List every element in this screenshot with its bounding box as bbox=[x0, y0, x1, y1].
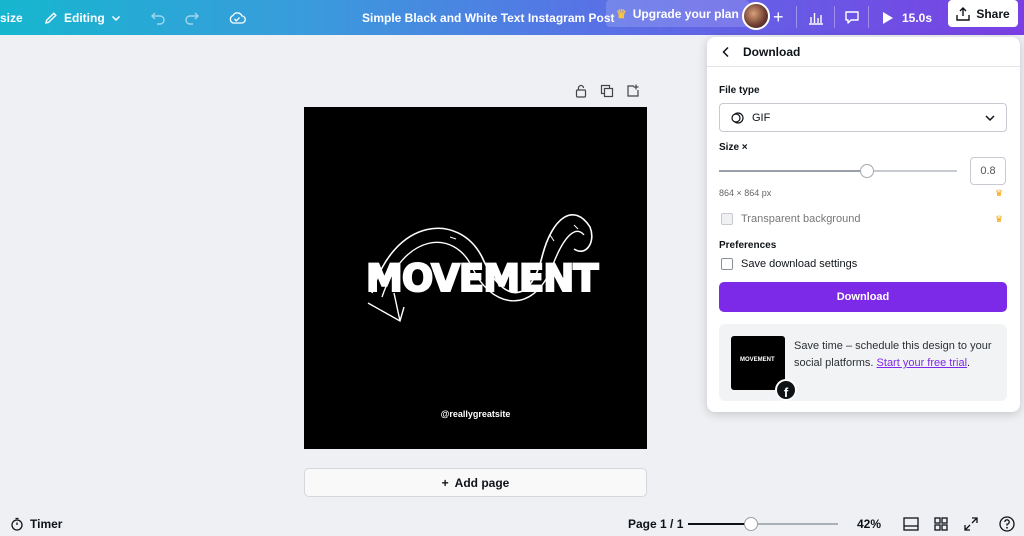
save-status-button[interactable] bbox=[228, 0, 246, 35]
divider bbox=[834, 6, 835, 28]
add-page-label: Add page bbox=[454, 475, 510, 490]
plus-icon: + bbox=[441, 475, 449, 490]
editing-label: Editing bbox=[64, 10, 105, 25]
duplicate-icon[interactable] bbox=[600, 84, 614, 98]
lock-icon[interactable] bbox=[574, 84, 588, 98]
chevron-down-icon bbox=[985, 115, 995, 122]
top-bar: size Editing Simple Black and White Text… bbox=[0, 0, 1024, 35]
crown-icon: ♛ bbox=[995, 188, 1004, 198]
headline-text: MOVEMENT bbox=[365, 256, 599, 301]
panel-header: Download bbox=[707, 37, 1020, 67]
size-slider-handle[interactable] bbox=[859, 164, 874, 178]
dimensions-text: 864 × 864 px bbox=[719, 188, 772, 198]
resize-label: size bbox=[0, 10, 23, 25]
stopwatch-icon bbox=[11, 517, 23, 531]
transparent-background-label: Transparent background bbox=[741, 213, 861, 225]
share-label: Share bbox=[976, 6, 1010, 21]
back-chevron-icon[interactable] bbox=[721, 46, 731, 58]
crown-icon: ♛ bbox=[616, 6, 627, 21]
divider bbox=[868, 6, 869, 28]
redo-button[interactable] bbox=[184, 0, 200, 35]
play-icon bbox=[883, 11, 893, 24]
fullscreen-button[interactable] bbox=[962, 512, 980, 536]
insights-button[interactable] bbox=[808, 0, 824, 35]
add-page-button[interactable]: + Add page bbox=[304, 468, 647, 497]
bottom-bar: Timer Page 1 / 1 42% bbox=[0, 512, 1024, 536]
resize-menu[interactable]: size bbox=[0, 0, 23, 35]
page-indicator[interactable]: Page 1 / 1 bbox=[628, 512, 683, 536]
upgrade-label: Upgrade your plan bbox=[632, 6, 739, 21]
help-button[interactable] bbox=[998, 512, 1016, 536]
page-indicator-text: Page 1 / 1 bbox=[628, 517, 684, 531]
present-button[interactable]: 15.0s bbox=[882, 0, 932, 35]
upgrade-button[interactable]: ♛ Upgrade your plan bbox=[606, 0, 749, 27]
promo-period: . bbox=[967, 357, 971, 369]
panel-title: Download bbox=[743, 44, 801, 59]
duration-label: 15.0s bbox=[902, 10, 933, 25]
expand-icon bbox=[964, 517, 978, 531]
download-button[interactable]: Download bbox=[719, 282, 1007, 312]
divider bbox=[796, 6, 797, 28]
add-page-icon[interactable] bbox=[626, 84, 640, 98]
zoom-slider-handle[interactable] bbox=[744, 517, 758, 531]
editing-mode-menu[interactable]: Editing bbox=[44, 0, 121, 35]
facebook-icon: f bbox=[775, 379, 797, 401]
save-settings-checkbox[interactable] bbox=[721, 258, 733, 270]
zoom-value[interactable]: 42% bbox=[857, 512, 881, 536]
size-value-input[interactable]: 0.8 bbox=[970, 157, 1006, 185]
bar-chart-icon bbox=[809, 12, 823, 25]
size-slider-fill bbox=[719, 170, 867, 172]
undo-icon bbox=[151, 12, 165, 25]
notes-icon bbox=[903, 517, 919, 531]
file-type-select[interactable]: GIF bbox=[719, 103, 1007, 132]
help-icon bbox=[999, 516, 1015, 532]
crown-icon: ♛ bbox=[995, 214, 1004, 224]
promo-thumbnail-text: MOVEMENT bbox=[740, 357, 775, 363]
share-button[interactable]: Share bbox=[948, 0, 1018, 27]
promo-message: Save time – schedule this design to your… bbox=[794, 338, 994, 372]
promo-design-thumbnail: MOVEMENT f bbox=[731, 336, 797, 401]
save-settings-option[interactable]: Save download settings bbox=[721, 258, 857, 270]
design-title-text: Simple Black and White Text Instagram Po… bbox=[362, 10, 615, 25]
timer-label: Timer bbox=[30, 517, 63, 531]
start-trial-link[interactable]: Start your free trial bbox=[877, 357, 967, 369]
transparent-background-option[interactable]: Transparent background bbox=[721, 213, 860, 225]
gif-format-icon bbox=[731, 111, 744, 124]
page-tools bbox=[574, 84, 640, 98]
zoom-slider-fill bbox=[688, 523, 751, 525]
timer-button[interactable]: Timer bbox=[10, 512, 62, 536]
comments-button[interactable] bbox=[844, 0, 860, 35]
comment-icon bbox=[845, 11, 859, 24]
schedule-promo: MOVEMENT f Save time – schedule this des… bbox=[719, 324, 1007, 401]
file-type-label: File type bbox=[719, 85, 760, 96]
grid-icon bbox=[934, 517, 948, 531]
invite-button[interactable]: + bbox=[773, 0, 784, 35]
redo-icon bbox=[185, 12, 199, 25]
download-panel: Download File type GIF Size × 0.8 ♛ 864 … bbox=[707, 37, 1020, 412]
preferences-label: Preferences bbox=[719, 240, 777, 251]
grid-view-button[interactable] bbox=[932, 512, 950, 536]
undo-button[interactable] bbox=[150, 0, 166, 35]
design-title[interactable]: Simple Black and White Text Instagram Po… bbox=[362, 0, 615, 35]
size-label: Size × bbox=[719, 142, 748, 153]
file-type-value: GIF bbox=[752, 111, 771, 124]
save-settings-label: Save download settings bbox=[741, 258, 858, 270]
design-canvas[interactable]: MOVEMENT @reallygreatsite bbox=[304, 107, 647, 449]
cloud-check-icon bbox=[229, 11, 246, 24]
avatar[interactable] bbox=[742, 2, 770, 30]
notes-view-button[interactable] bbox=[902, 512, 920, 536]
pencil-icon bbox=[45, 11, 57, 24]
upload-icon bbox=[956, 6, 971, 21]
plus-icon: + bbox=[773, 7, 784, 27]
transparent-background-checkbox[interactable] bbox=[721, 213, 733, 225]
chevron-down-icon bbox=[111, 15, 120, 21]
social-handle-text: @reallygreatsite bbox=[440, 409, 511, 419]
zoom-value-text: 42% bbox=[857, 517, 882, 531]
